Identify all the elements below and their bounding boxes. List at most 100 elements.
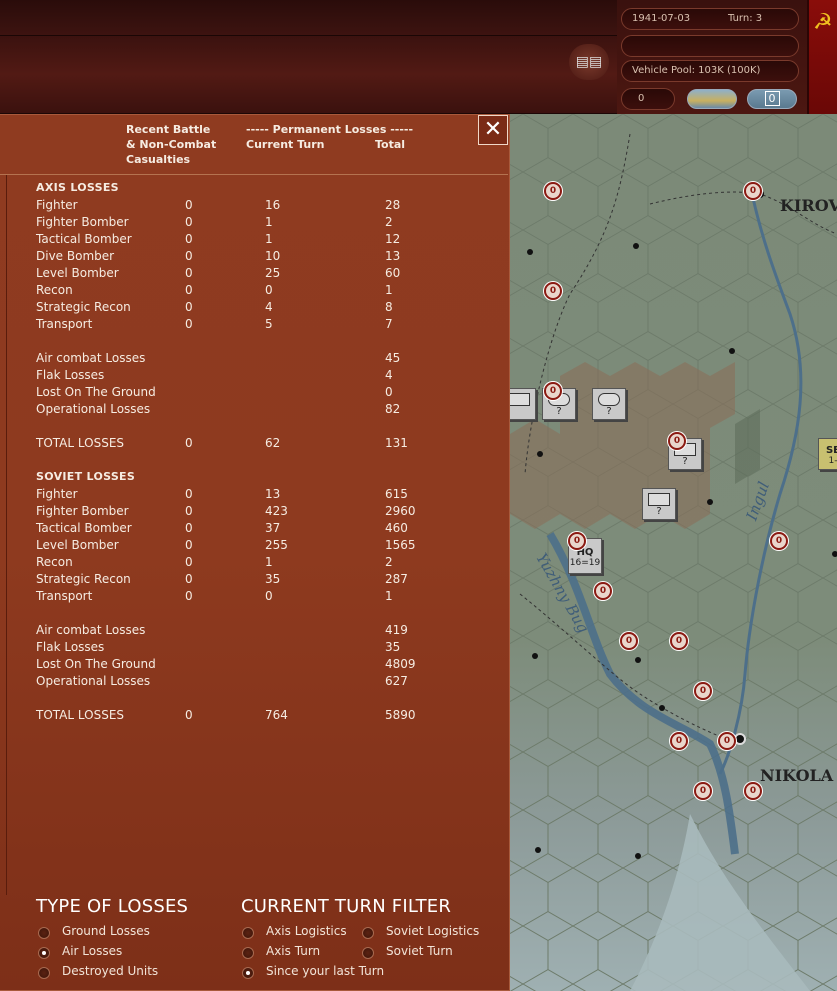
- weather-button[interactable]: [687, 89, 737, 109]
- unit-counter[interactable]: ?: [592, 388, 626, 420]
- row-label: Strategic Recon: [36, 572, 131, 586]
- air-base-marker[interactable]: 0: [544, 182, 562, 200]
- map-view[interactable]: KIROV NIKOLA Ingul Yuzhny Bug 0 0 0 0 0 …: [510, 114, 837, 991]
- air-base-marker[interactable]: 0: [568, 532, 586, 550]
- option-label: Axis Turn: [266, 944, 321, 958]
- row-total: 13: [385, 249, 401, 263]
- row-total: 28: [385, 198, 401, 212]
- row-recent: 0: [185, 232, 193, 246]
- toggle-button[interactable]: 0: [747, 89, 797, 109]
- unit-symbol-icon: [510, 393, 530, 406]
- row-recent: 0: [185, 487, 193, 501]
- type-of-losses-title: TYPE OF LOSSES: [36, 896, 189, 917]
- row-total: 627: [385, 674, 408, 688]
- row-total: 2: [385, 215, 393, 229]
- air-base-marker[interactable]: 0: [670, 632, 688, 650]
- option-label: Soviet Logistics: [386, 924, 480, 938]
- row-label: Operational Losses: [36, 674, 151, 688]
- axis-row-strategic-recon: Strategic Recon 0 4 8: [36, 300, 496, 317]
- axis-row-fighter: Fighter 0 16 28: [36, 198, 496, 215]
- header-current-turn: Current Turn: [246, 138, 325, 151]
- unit-stack-icon[interactable]: ▤▤: [569, 44, 609, 80]
- soviet-summary-flak: Flak Losses 35: [36, 640, 496, 657]
- radio-selected-icon: [242, 967, 254, 979]
- row-total: 5890: [385, 708, 416, 722]
- unit-counter[interactable]: ?: [642, 488, 676, 520]
- header-permanent-losses: ----- Permanent Losses -----: [246, 123, 414, 136]
- row-recent: 0: [185, 215, 193, 229]
- axis-row-dive-bomber: Dive Bomber 0 10 13: [36, 249, 496, 266]
- close-icon: ✕: [483, 117, 503, 142]
- hud-empty-field: [621, 35, 799, 57]
- top-toolbar: [0, 36, 617, 114]
- radio-icon: [362, 927, 374, 939]
- row-total: 7: [385, 317, 393, 331]
- option-label: Since your last Turn: [266, 964, 385, 978]
- radio-icon: [242, 927, 254, 939]
- row-recent: 0: [185, 572, 193, 586]
- row-label: Level Bomber: [36, 538, 119, 552]
- air-base-marker[interactable]: 0: [544, 382, 562, 400]
- row-current: 5: [265, 317, 273, 331]
- axis-row-fighter-bomber: Fighter Bomber 0 1 2: [36, 215, 496, 232]
- row-label: Fighter: [36, 487, 78, 501]
- row-current: 1: [265, 215, 273, 229]
- axis-losses-title: AXIS LOSSES: [36, 181, 119, 194]
- radio-icon: [38, 967, 50, 979]
- soviet-row-strategic-recon: Strategic Recon 0 35 287: [36, 572, 496, 589]
- date-text: 1941-07-03: [632, 13, 691, 24]
- axis-row-recon: Recon 0 0 1: [36, 283, 496, 300]
- air-base-marker[interactable]: 0: [694, 682, 712, 700]
- row-current: 423: [265, 504, 288, 518]
- air-base-marker[interactable]: 0: [744, 782, 762, 800]
- row-recent: 0: [185, 589, 193, 603]
- axis-row-level-bomber: Level Bomber 0 25 60: [36, 266, 496, 283]
- unit-counter[interactable]: [510, 388, 536, 420]
- axis-summary-ground: Lost On The Ground 0: [36, 385, 496, 402]
- row-label: Recon: [36, 283, 73, 297]
- row-label: Fighter: [36, 198, 78, 212]
- air-base-marker[interactable]: 0: [744, 182, 762, 200]
- air-base-marker[interactable]: 0: [544, 282, 562, 300]
- row-recent: 0: [185, 555, 193, 569]
- row-recent: 0: [185, 300, 193, 314]
- row-label: Flak Losses: [36, 640, 105, 654]
- soviet-row-fighter: Fighter 0 13 615: [36, 487, 496, 504]
- option-label: Destroyed Units: [62, 964, 159, 978]
- row-recent: 0: [185, 266, 193, 280]
- row-current: 764: [265, 708, 288, 722]
- row-recent: 0: [185, 317, 193, 331]
- radio-icon: [242, 947, 254, 959]
- air-base-marker[interactable]: 0: [694, 782, 712, 800]
- unit-question: ?: [682, 456, 688, 467]
- soviet-row-recon: Recon 0 1 2: [36, 555, 496, 572]
- air-base-marker[interactable]: 0: [620, 632, 638, 650]
- edge-unit-sub: 1-: [828, 456, 837, 466]
- row-current: 13: [265, 487, 281, 501]
- row-label: Tactical Bomber: [36, 521, 132, 535]
- row-current: 10: [265, 249, 281, 263]
- hex-grid: [510, 114, 837, 991]
- unit-question: ?: [606, 406, 612, 417]
- row-recent: 0: [185, 708, 193, 722]
- close-button[interactable]: ✕: [478, 115, 508, 145]
- toggle-value: 0: [764, 91, 780, 106]
- option-label: Soviet Turn: [386, 944, 453, 958]
- row-label: Flak Losses: [36, 368, 105, 382]
- row-label: Fighter Bomber: [36, 215, 129, 229]
- soviet-summary-ground: Lost On The Ground 4809: [36, 657, 496, 674]
- air-base-marker[interactable]: 0: [668, 432, 686, 450]
- faction-flag: ☭: [807, 0, 837, 114]
- axis-summary-flak: Flak Losses 4: [36, 368, 496, 385]
- row-label: Air combat Losses: [36, 351, 146, 365]
- divider: [6, 175, 7, 895]
- edge-unit-counter[interactable]: SE 1-: [818, 438, 837, 470]
- unit-question: ?: [656, 506, 662, 517]
- option-label: Axis Logistics: [266, 924, 347, 938]
- infantry-symbol-icon: [648, 493, 670, 506]
- radio-icon: [38, 927, 50, 939]
- air-base-marker[interactable]: 0: [718, 732, 736, 750]
- air-base-marker[interactable]: 0: [670, 732, 688, 750]
- air-base-marker[interactable]: 0: [770, 532, 788, 550]
- air-base-marker[interactable]: 0: [594, 582, 612, 600]
